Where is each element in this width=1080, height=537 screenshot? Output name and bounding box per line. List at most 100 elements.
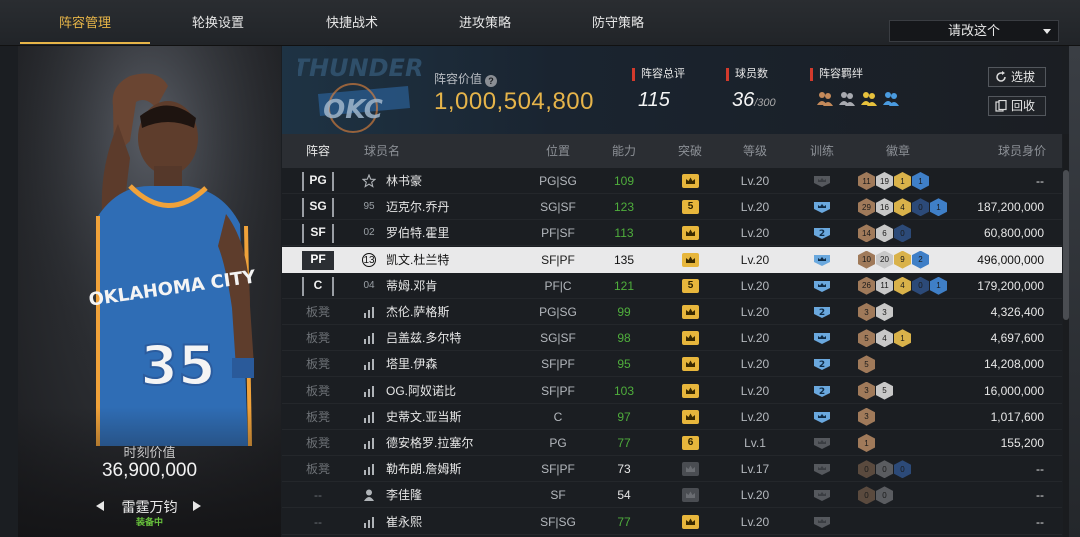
training-icon[interactable] xyxy=(812,488,832,502)
col-level[interactable]: 等级 xyxy=(730,134,780,168)
badge-hex[interactable]: 20 xyxy=(876,250,893,269)
player-name[interactable]: 吕盖兹.多尔特 xyxy=(386,325,461,351)
badge-hex[interactable]: 29 xyxy=(858,198,875,217)
player-name[interactable]: OG.阿奴诺比 xyxy=(386,378,456,404)
table-row[interactable]: -- 崔永熙 SF|SG 77 Lv.20 -- xyxy=(282,509,1062,535)
player-name[interactable]: 李佳隆 xyxy=(386,482,422,508)
col-training[interactable]: 训练 xyxy=(800,134,844,168)
badge-hex[interactable]: 19 xyxy=(876,172,893,190)
col-player-value[interactable]: 球员身价 xyxy=(982,134,1062,168)
badge-hex[interactable]: 0 xyxy=(876,486,893,505)
training-icon[interactable] xyxy=(812,410,832,424)
col-player-name[interactable]: 球员名 xyxy=(362,134,402,168)
col-lineup[interactable]: 阵容 xyxy=(298,134,338,168)
player-name[interactable]: 勒布朗.詹姆斯 xyxy=(386,456,461,482)
table-row[interactable]: -- 李佳隆 SF 54 Lv.20 0 0 -- xyxy=(282,482,1062,509)
badge-hex[interactable]: 16 xyxy=(876,198,893,217)
table-row[interactable]: 板凳 塔里.伊森 SF|PF 95 Lv.20 2 5 14,208,000 xyxy=(282,351,1062,378)
training-icon[interactable] xyxy=(812,436,832,450)
col-breakthrough[interactable]: 突破 xyxy=(668,134,712,168)
player-name[interactable]: 崔永熙 xyxy=(386,509,422,535)
table-row[interactable]: 板凳 勒布朗.詹姆斯 SF|PF 73 Lv.17 0 0 0 -- xyxy=(282,456,1062,483)
training-icon[interactable] xyxy=(812,331,832,345)
tab-offense-strategy[interactable]: 进攻策略 xyxy=(420,0,550,46)
table-row[interactable]: C 04 蒂姆.邓肯 PF|C 121 5 Lv.20 26 11 4 0 1 179,200,000 xyxy=(282,273,1062,299)
help-icon[interactable]: ? xyxy=(485,75,498,87)
option-dropdown[interactable]: 请改这个 xyxy=(889,20,1059,42)
table-row[interactable]: 板凳 吕盖兹.多尔特 SG|SF 98 Lv.20 5 4 1 4,697,600 xyxy=(282,325,1062,352)
player-ability: 95 xyxy=(617,357,631,372)
badge-hex[interactable]: 4 xyxy=(894,276,911,295)
jersey-number: 02 xyxy=(363,227,375,239)
badge-hex[interactable]: 11 xyxy=(876,276,893,295)
training-icon[interactable] xyxy=(812,279,832,293)
badge-hex[interactable]: 3 xyxy=(858,303,875,321)
badge-hex[interactable]: 3 xyxy=(858,407,875,426)
training-icon[interactable]: 2 xyxy=(812,305,832,319)
training-icon[interactable]: 2 xyxy=(812,384,832,398)
badge-hex[interactable]: 1 xyxy=(894,329,911,348)
badge-hex[interactable]: 0 xyxy=(858,486,875,505)
table-row[interactable]: SG 95 迈克尔.乔丹 SG|SF 123 5 Lv.20 29 16 4 0 1 187,200,0… xyxy=(282,194,1062,221)
tab-rotation-settings[interactable]: 轮换设置 xyxy=(153,0,283,46)
col-badges[interactable]: 徽章 xyxy=(876,134,920,168)
col-position[interactable]: 位置 xyxy=(530,134,586,168)
tab-quick-tactics[interactable]: 快捷战术 xyxy=(287,0,417,46)
badge-hex[interactable]: 0 xyxy=(858,460,875,479)
table-row[interactable]: 板凳 OG.阿奴诺比 SF|PF 103 Lv.20 2 3 5 16,000,000 xyxy=(282,378,1062,404)
player-name[interactable]: 蒂姆.邓肯 xyxy=(386,273,437,299)
training-icon[interactable]: 2 xyxy=(812,226,832,240)
recycle-button[interactable]: 回收 xyxy=(988,96,1046,116)
badge-hex[interactable]: 4 xyxy=(894,198,911,217)
player-card[interactable]: OKLAHOMA CITY 35 时刻价值 36,900,000 雷霆万钧 装备… xyxy=(18,46,281,537)
training-icon[interactable] xyxy=(812,515,832,529)
training-icon[interactable] xyxy=(812,462,832,476)
badge-hex[interactable]: 3 xyxy=(858,381,875,400)
player-name[interactable]: 塔里.伊森 xyxy=(386,351,437,377)
player-name[interactable]: 罗伯特.霍里 xyxy=(386,220,449,246)
player-ability: 54 xyxy=(617,488,631,503)
table-row[interactable]: 板凳 杰伦.萨格斯 PG|SG 99 Lv.20 2 3 3 4,326,400 xyxy=(282,299,1062,325)
bond-silver-icon[interactable] xyxy=(838,89,856,107)
col-ability[interactable]: 能力 xyxy=(600,134,648,168)
badge-hex[interactable]: 14 xyxy=(858,224,875,243)
badge-hex[interactable]: 0 xyxy=(894,460,911,479)
player-level: Lv.17 xyxy=(740,462,770,477)
badge-hex[interactable]: 3 xyxy=(876,303,893,321)
player-name[interactable]: 德安格罗.拉塞尔 xyxy=(386,430,473,456)
tab-lineup-management[interactable]: 阵容管理 xyxy=(20,0,150,46)
training-icon[interactable] xyxy=(812,253,832,267)
table-row[interactable]: PG 林书豪 PG|SG 109 Lv.20 11 19 1 1 -- xyxy=(282,168,1062,194)
training-icon[interactable] xyxy=(812,174,832,188)
table-row[interactable]: 板凳 德安格罗.拉塞尔 PG 77 6 Lv.1 1 155,200 xyxy=(282,430,1062,456)
select-button[interactable]: 选拔 xyxy=(988,67,1046,87)
table-row[interactable]: 板凳 史蒂文.亚当斯 C 97 Lv.20 3 1,017,600 xyxy=(282,404,1062,430)
badge-hex[interactable]: 9 xyxy=(894,250,911,269)
badge-hex[interactable]: 5 xyxy=(858,355,875,374)
table-row[interactable]: SF 02 罗伯特.霍里 PF|SF 113 Lv.20 2 14 6 0 60,800,000 xyxy=(282,220,1062,247)
table-row[interactable]: PF 13 凯文.杜兰特 SF|PF 135 Lv.20 10 20 9 2 496,000,000 xyxy=(282,246,1062,273)
badge-hex[interactable]: 1 xyxy=(894,172,911,190)
player-name[interactable]: 凯文.杜兰特 xyxy=(386,247,449,273)
training-icon[interactable] xyxy=(812,200,832,214)
bond-blue-icon[interactable] xyxy=(882,89,900,107)
badge-hex[interactable]: 6 xyxy=(876,224,893,243)
badge-hex[interactable]: 5 xyxy=(876,381,893,400)
player-name[interactable]: 杰伦.萨格斯 xyxy=(386,299,449,325)
badge-hex[interactable]: 1 xyxy=(858,434,875,452)
badge-hex[interactable]: 26 xyxy=(858,276,875,295)
badge-hex[interactable]: 4 xyxy=(876,329,893,348)
badge-hex[interactable]: 0 xyxy=(876,460,893,479)
player-name[interactable]: 迈克尔.乔丹 xyxy=(386,194,449,220)
bond-gold-icon[interactable] xyxy=(860,89,878,107)
badge-hex[interactable]: 5 xyxy=(858,329,875,348)
badge-hex[interactable]: 10 xyxy=(858,250,875,269)
player-name[interactable]: 史蒂文.亚当斯 xyxy=(386,404,461,430)
bond-bronze-icon[interactable] xyxy=(816,89,834,107)
training-icon[interactable]: 2 xyxy=(812,357,832,371)
badge-hex[interactable]: 0 xyxy=(894,224,911,243)
badge-hex[interactable]: 11 xyxy=(858,172,875,190)
next-card-arrow-icon[interactable] xyxy=(193,501,201,511)
player-name[interactable]: 林书豪 xyxy=(386,168,422,194)
tab-defense-strategy[interactable]: 防守策略 xyxy=(553,0,683,46)
